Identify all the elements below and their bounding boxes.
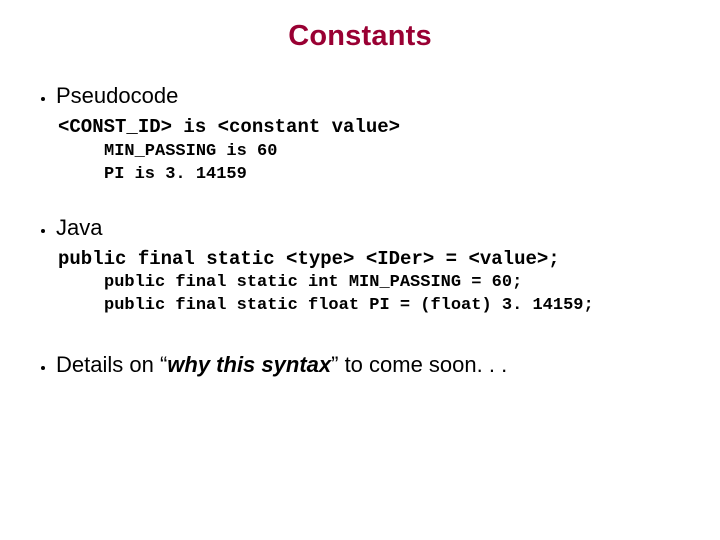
java-example-1: public final static int MIN_PASSING = 60… xyxy=(104,272,690,295)
slide-title: Constants xyxy=(30,20,690,53)
bullet-list: Pseudocode <CONST_ID> is <constant value… xyxy=(30,83,690,378)
details-why: why this syntax xyxy=(167,352,331,377)
java-block: public final static <type> <IDer> = <val… xyxy=(58,247,690,319)
bullet-java: Java public final static <type> <IDer> =… xyxy=(56,215,690,319)
bullet-java-label: Java xyxy=(56,215,102,240)
bullet-details: Details on “why this syntax” to come soo… xyxy=(56,352,690,378)
pseudocode-template: <CONST_ID> is <constant value> xyxy=(58,115,690,141)
java-template: public final static <type> <IDer> = <val… xyxy=(58,247,690,273)
pseudocode-example-2: PI is 3. 14159 xyxy=(104,164,690,187)
details-text: Details on “why this syntax” to come soo… xyxy=(56,352,507,377)
details-suffix: to come soon. . . xyxy=(338,352,507,377)
details-prefix: Details on xyxy=(56,352,160,377)
bullet-pseudocode-label: Pseudocode xyxy=(56,83,178,108)
slide: Constants Pseudocode <CONST_ID> is <cons… xyxy=(0,0,720,540)
bullet-pseudocode: Pseudocode <CONST_ID> is <constant value… xyxy=(56,83,690,187)
pseudocode-example-1: MIN_PASSING is 60 xyxy=(104,141,690,164)
pseudocode-block: <CONST_ID> is <constant value> MIN_PASSI… xyxy=(58,115,690,187)
java-example-2: public final static float PI = (float) 3… xyxy=(104,295,690,318)
